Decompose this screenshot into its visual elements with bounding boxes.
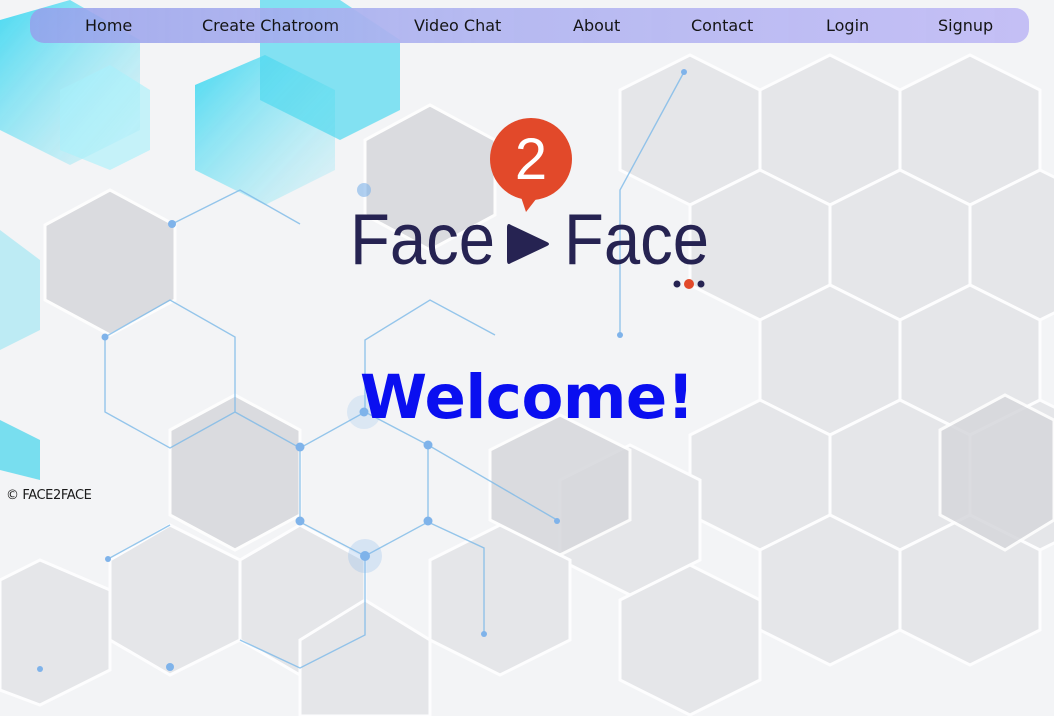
face2face-logo: 2 Face Face (350, 118, 709, 289)
nav-about-link[interactable]: About (573, 8, 620, 43)
welcome-heading: Welcome! (359, 362, 695, 433)
nav-create-chatroom-link[interactable]: Create Chatroom (202, 8, 339, 43)
logo-dots (673, 279, 705, 289)
logo-word-left: Face (350, 200, 495, 280)
hexagon-background (0, 0, 1054, 716)
nav-video-chat-link[interactable]: Video Chat (414, 8, 501, 43)
logo-badge-number: 2 (515, 127, 547, 192)
nav-contact-link[interactable]: Contact (691, 8, 753, 43)
top-navbar: Home Create Chatroom Video Chat About Co… (30, 8, 1029, 43)
nav-home-link[interactable]: Home (85, 8, 132, 43)
nav-login-link[interactable]: Login (826, 8, 869, 43)
footer-copyright: © FACE2FACE (6, 488, 92, 503)
logo-word-right: Face (564, 200, 709, 280)
play-icon (507, 224, 549, 264)
nav-signup-link[interactable]: Signup (938, 8, 993, 43)
